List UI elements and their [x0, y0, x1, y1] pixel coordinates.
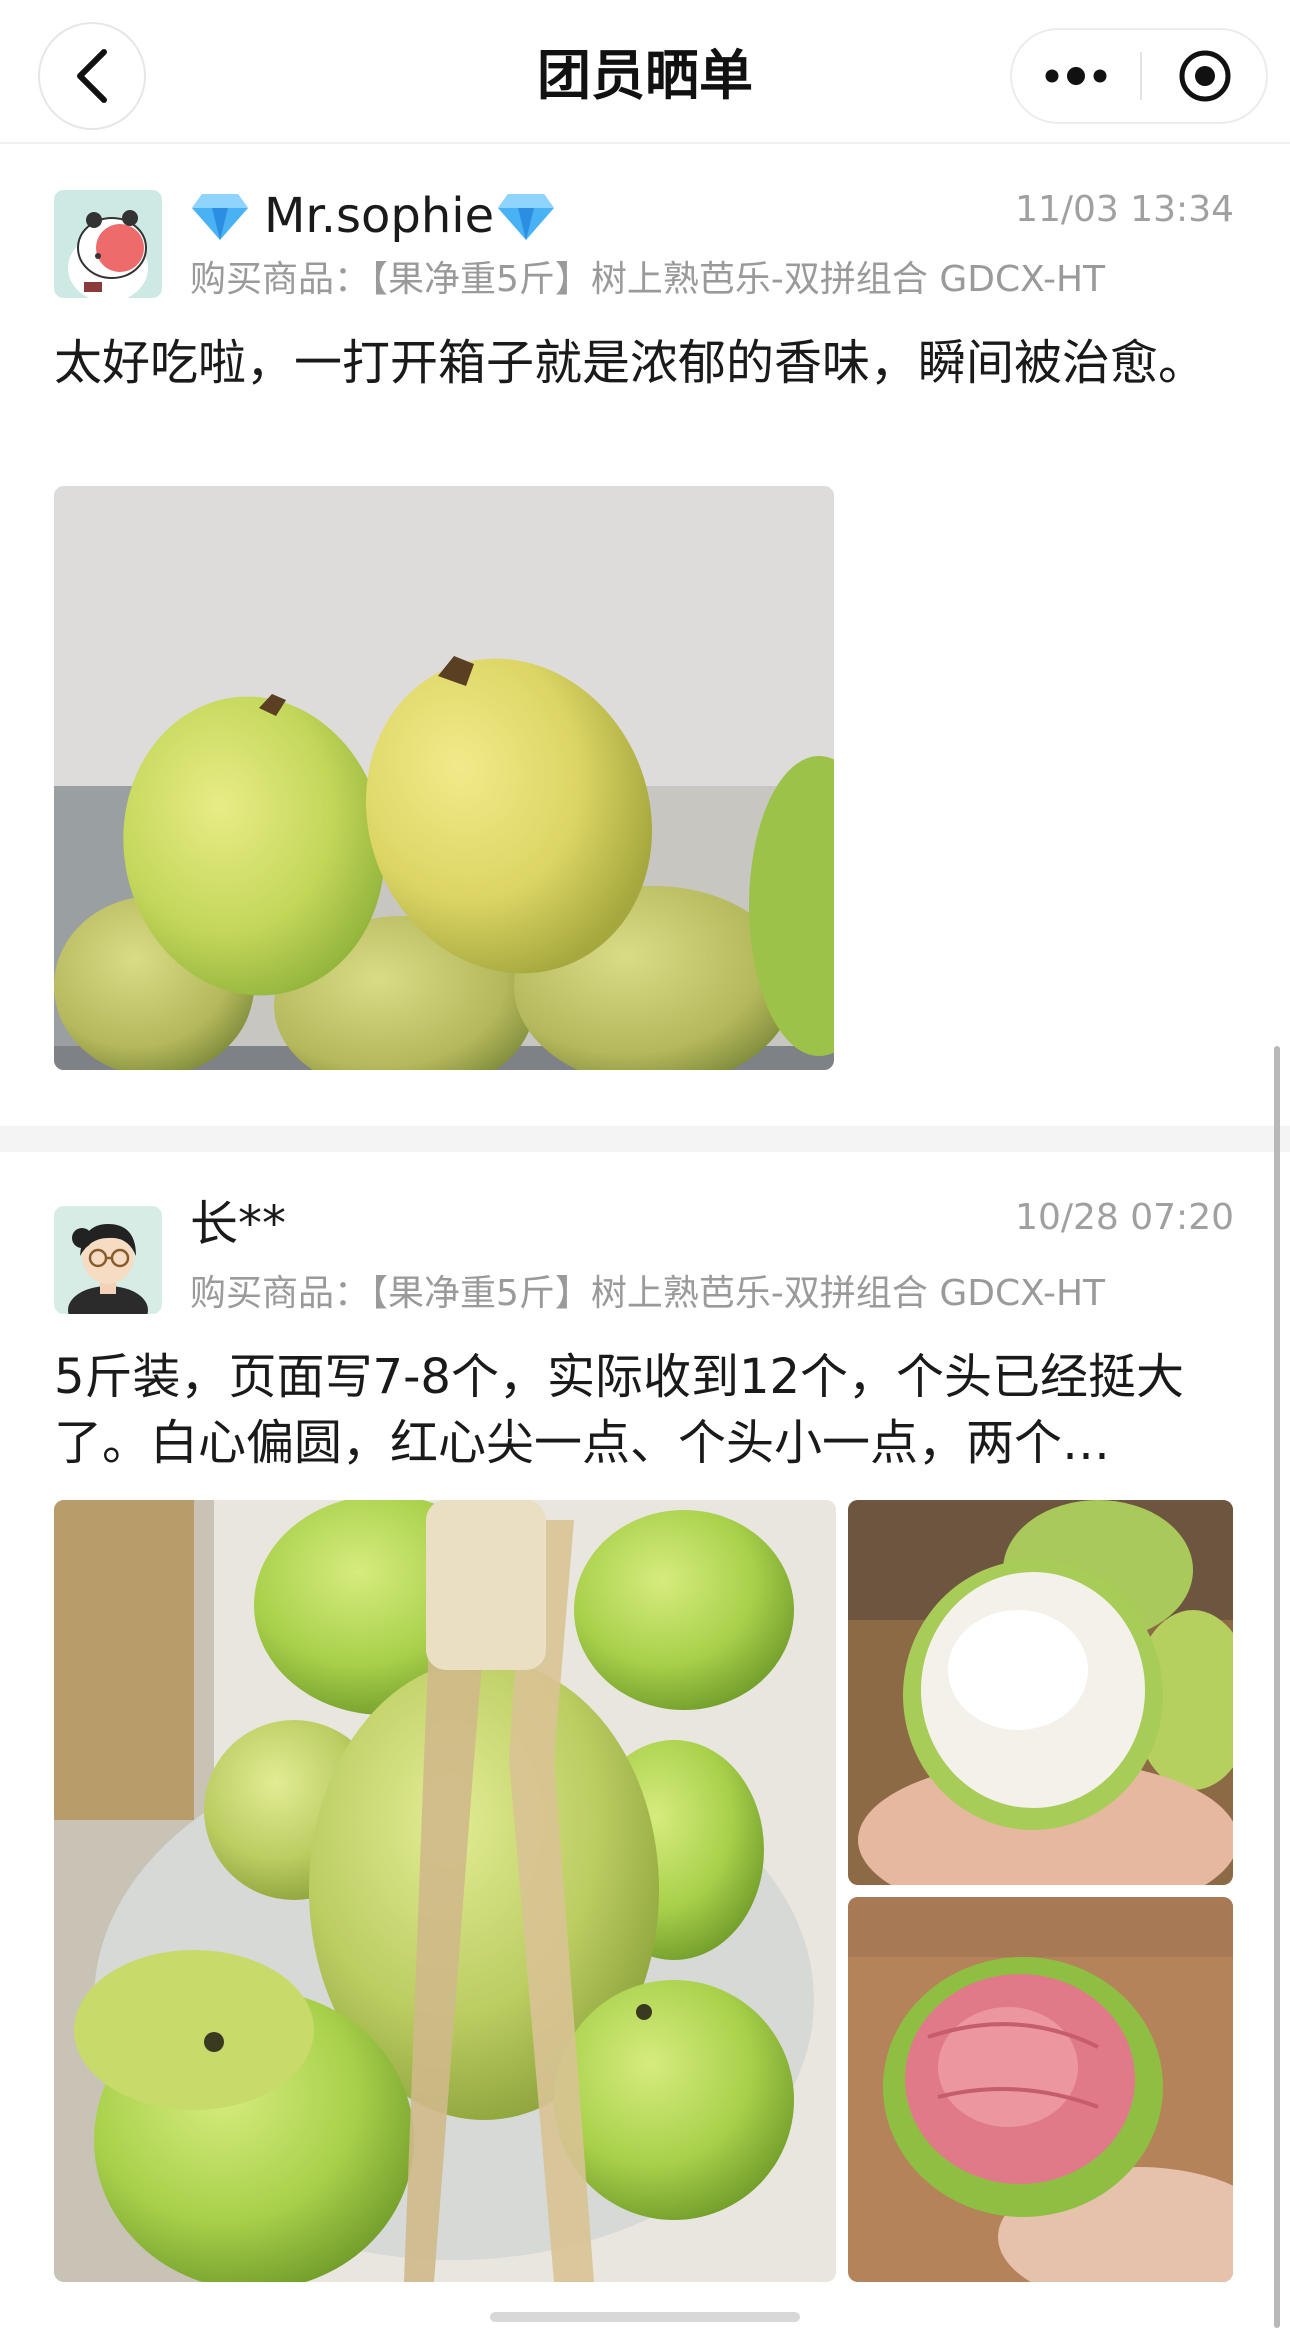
guava-box-photo[interactable]	[54, 486, 834, 1070]
username-text: Mr.sophie	[264, 188, 495, 244]
more-button[interactable]	[1012, 30, 1140, 122]
post-divider	[0, 1126, 1290, 1152]
mini-program-capsule	[1010, 28, 1268, 124]
avatar-image	[54, 1206, 162, 1314]
review-text: 太好吃啦，一打开箱子就是浓郁的香味，瞬间被治愈。	[54, 335, 1207, 391]
username: 长**	[190, 1194, 286, 1254]
username-text: 长**	[190, 1196, 287, 1252]
avatar-image	[54, 190, 162, 298]
guava-basket-photo[interactable]	[54, 1500, 836, 2282]
red-guava-image	[848, 1897, 1233, 2282]
diamond-icon	[192, 194, 248, 240]
product-line[interactable]: 购买商品：【果净重5斤】树上熟芭乐-双拼组合 GDCX-HT	[190, 1270, 1105, 1318]
nav-bar: 团员晒单	[0, 0, 1290, 144]
avatar[interactable]	[54, 190, 162, 298]
product-line[interactable]: 购买商品：【果净重5斤】树上熟芭乐-双拼组合 GDCX-HT	[190, 256, 1105, 304]
scrollbar[interactable]	[1274, 1046, 1280, 2328]
home-indicator	[490, 2312, 800, 2322]
close-mini-program-button[interactable]	[1142, 30, 1268, 122]
review-post: Mr.sophie 11/03 13:34 购买商品：【果净重5斤】树上熟芭乐-…	[0, 146, 1290, 1126]
review-post: 长** 10/28 07:20 购买商品：【果净重5斤】树上熟芭乐-双拼组合 G…	[0, 1152, 1290, 2312]
username: Mr.sophie	[190, 186, 556, 246]
product-name: 【果净重5斤】树上熟芭乐-双拼组合 GDCX-HT	[370, 259, 1106, 300]
red-guava-photo[interactable]	[848, 1897, 1233, 2282]
guava-box-image	[54, 486, 834, 1070]
white-guava-image	[848, 1500, 1233, 1885]
guava-basket-image	[54, 1500, 836, 2282]
product-name: 【果净重5斤】树上熟芭乐-双拼组合 GDCX-HT	[370, 1273, 1106, 1314]
product-label: 购买商品：	[190, 259, 371, 300]
avatar[interactable]	[54, 1206, 162, 1314]
timestamp: 10/28 07:20	[1015, 1197, 1234, 1238]
more-dots-icon	[1045, 67, 1107, 85]
target-icon	[1179, 50, 1231, 102]
review-text: 5斤装，页面写7-8个，实际收到12个，个头已经挺大了。白心偏圆，红心尖一点、个…	[54, 1349, 1185, 1471]
diamond-icon	[498, 194, 555, 240]
white-guava-photo[interactable]	[848, 1500, 1233, 1885]
timestamp: 11/03 13:34	[1015, 189, 1234, 230]
product-label: 购买商品：	[190, 1273, 371, 1314]
